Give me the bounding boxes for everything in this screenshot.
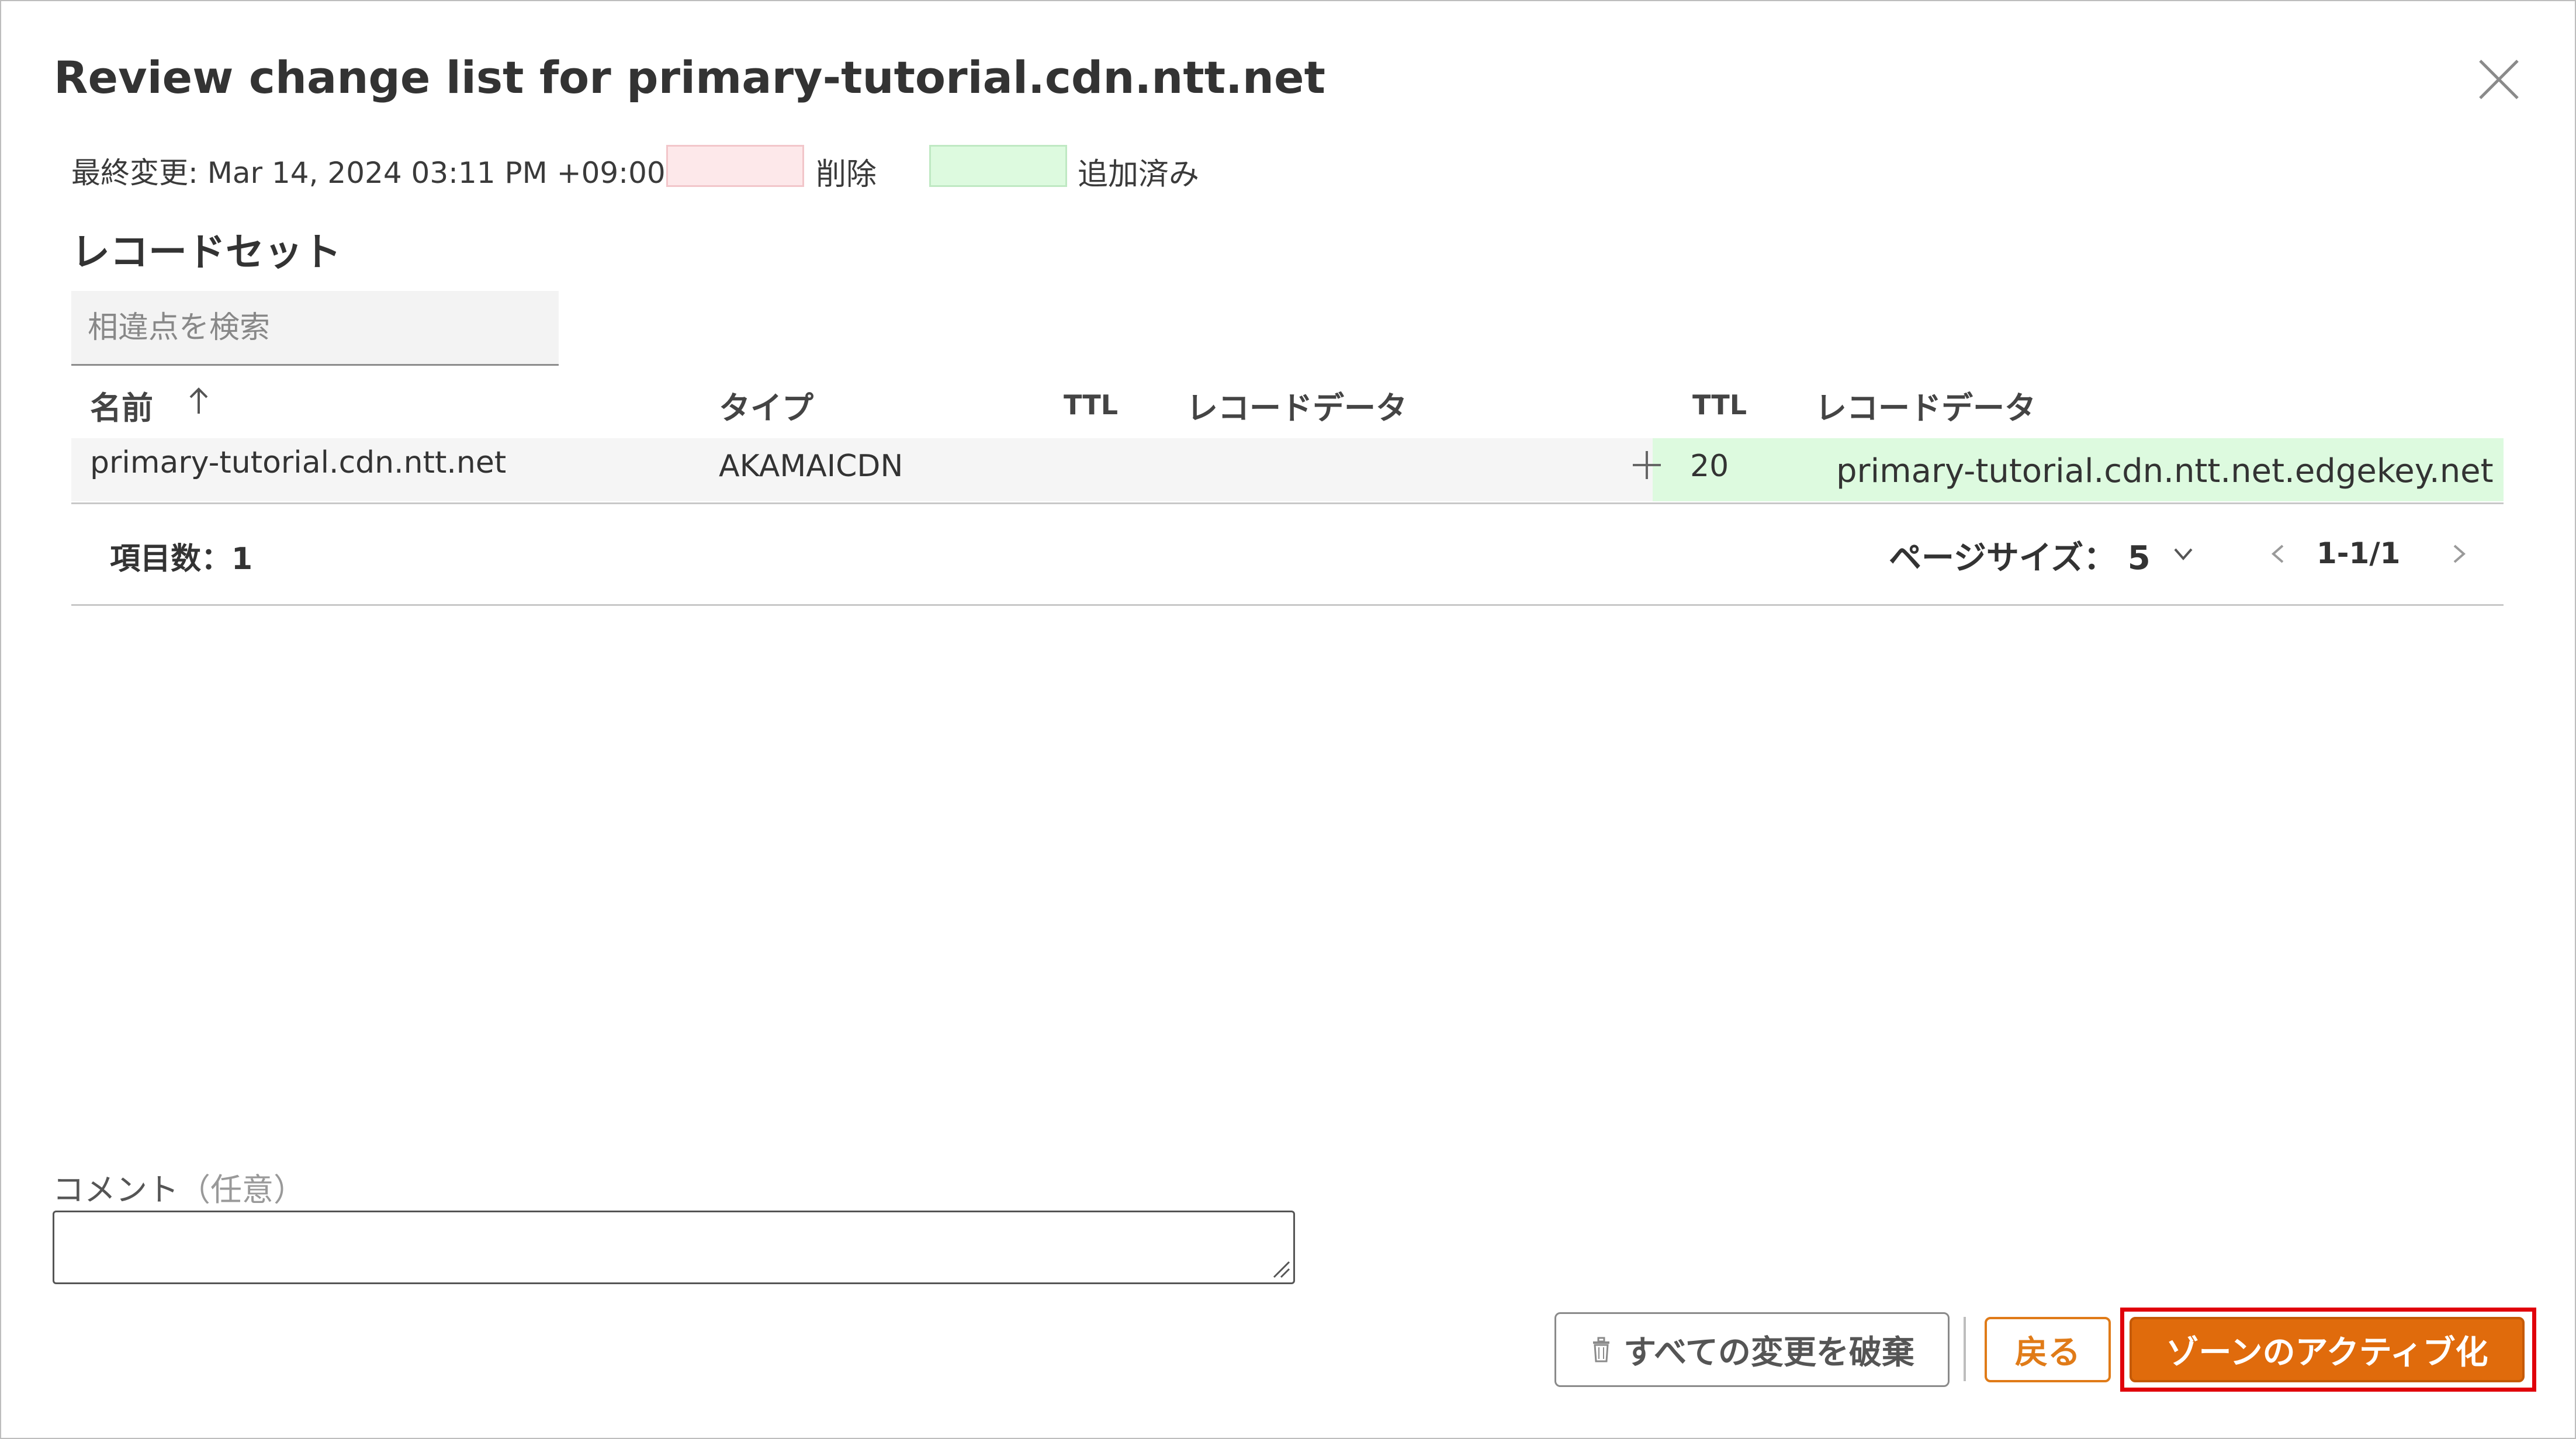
legend-added-swatch	[929, 145, 1067, 187]
search-input[interactable]	[71, 291, 559, 366]
plus-icon	[1633, 451, 1661, 479]
discard-all-label: すべての変更を破棄	[1623, 1333, 1914, 1372]
activate-zone-button[interactable]: ゾーンのアクティブ化	[2130, 1317, 2525, 1382]
column-header-type[interactable]: タイプ	[719, 382, 813, 428]
last-modified: 最終変更: Mar 14, 2024 03:11 PM +09:00	[71, 150, 666, 192]
back-button[interactable]: 戻る	[1985, 1317, 2111, 1382]
chevron-right-icon[interactable]	[2447, 542, 2471, 566]
item-count: 項目数：1	[110, 542, 253, 577]
arrow-up-icon[interactable]	[186, 384, 212, 417]
column-header-data-old[interactable]: レコードデータ	[1186, 382, 1407, 428]
column-header-ttl-new[interactable]: TTL	[1692, 389, 1747, 421]
last-modified-value: Mar 14, 2024 03:11 PM +09:00	[207, 156, 666, 190]
cell-data-new: primary-tutorial.cdn.ntt.net.edgekey.net	[1836, 452, 2494, 490]
section-title: レコードセット	[71, 230, 341, 275]
column-header-name[interactable]: 名前	[90, 382, 153, 428]
page-range: 1-1/1	[2317, 536, 2401, 570]
close-icon[interactable]	[2477, 57, 2521, 102]
column-header-data-new[interactable]: レコードデータ	[1815, 382, 2036, 428]
page-size-label: ページサイズ：	[1889, 539, 2117, 577]
legend-added-label: 追加済み	[1078, 157, 1200, 192]
comment-label-text: コメント	[53, 1171, 179, 1208]
legend-deleted-swatch	[666, 145, 804, 187]
discard-all-button[interactable]: すべての変更を破棄	[1554, 1312, 1950, 1387]
column-header-ttl-old[interactable]: TTL	[1064, 389, 1118, 421]
page-size[interactable]: ページサイズ： 5	[1889, 532, 2151, 579]
comment-optional: （任意）	[179, 1171, 305, 1208]
comment-label: コメント（任意）	[53, 1164, 305, 1210]
table-footer-divider	[71, 604, 2504, 606]
trash-icon	[1593, 1337, 1610, 1362]
comment-field[interactable]	[53, 1211, 1295, 1284]
cell-type: AKAMAICDN	[719, 449, 903, 484]
page-size-value[interactable]: 5	[2128, 539, 2151, 577]
cell-ttl-new: 20	[1690, 449, 1729, 484]
row-divider	[71, 502, 2504, 504]
chevron-left-icon[interactable]	[2266, 542, 2290, 566]
dialog-title: Review change list for primary-tutorial.…	[54, 51, 1325, 103]
chevron-down-icon[interactable]	[2172, 542, 2195, 566]
resize-grip-icon[interactable]	[1268, 1256, 1292, 1280]
button-separator	[1964, 1317, 1966, 1381]
legend-deleted-label: 削除	[816, 157, 877, 192]
review-dialog: Review change list for primary-tutorial.…	[0, 0, 2576, 1439]
last-modified-label: 最終変更:	[71, 156, 198, 190]
cell-name: primary-tutorial.cdn.ntt.net	[90, 445, 507, 480]
